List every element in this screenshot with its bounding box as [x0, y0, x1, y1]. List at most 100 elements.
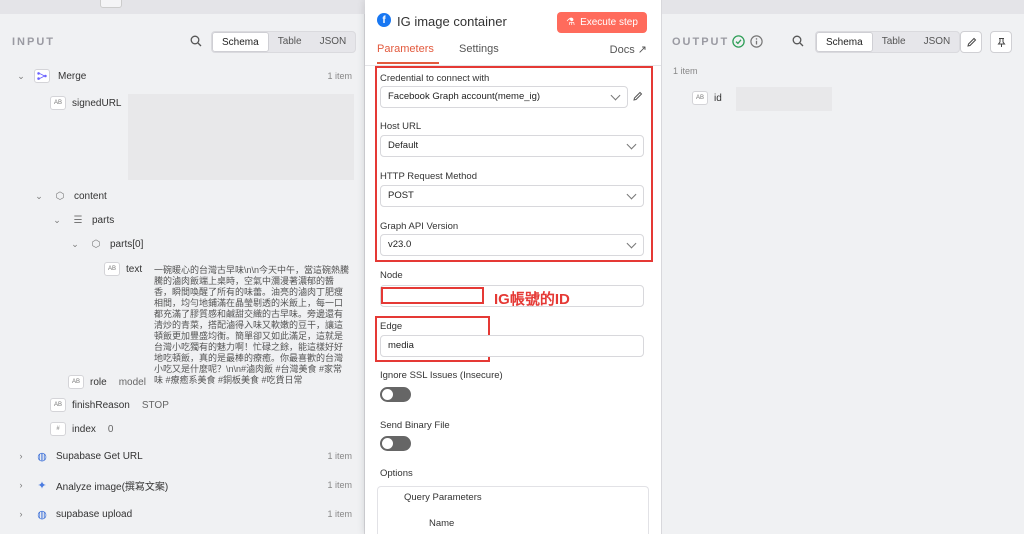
object-type-icon: ⬡: [91, 238, 101, 250]
input-title: INPUT: [12, 36, 55, 48]
merge-node-row[interactable]: ⌄ Merge: [16, 67, 86, 85]
method-label: HTTP Request Method: [380, 171, 477, 182]
finishreason-label: finishReason: [72, 399, 130, 411]
globe-icon: ◍: [37, 508, 47, 521]
info-icon[interactable]: [750, 35, 763, 48]
host-url-select[interactable]: Default: [380, 135, 644, 157]
top-strip: [662, 0, 1024, 14]
chevron-down-icon[interactable]: ⌄: [16, 71, 26, 82]
schema-tab[interactable]: Schema: [212, 32, 269, 52]
merge-label: Merge: [58, 70, 87, 82]
node-field-label: Node: [380, 270, 403, 281]
host-url-label: Host URL: [380, 121, 422, 132]
output-id-label: id: [714, 92, 722, 104]
role-row: AB role model: [68, 373, 146, 391]
merge-count: 1 item: [327, 71, 352, 81]
edge-value: media: [388, 340, 414, 351]
node-parameters-modal: f IG image container ⚗ Execute step Para…: [365, 0, 661, 534]
signedurl-label: signedURL: [72, 97, 122, 109]
edge-input[interactable]: media: [380, 335, 644, 357]
name-label: Name: [429, 518, 455, 529]
json-tab[interactable]: JSON: [311, 32, 356, 52]
version-select[interactable]: v23.0: [380, 234, 644, 256]
blurred-id-value: [736, 87, 832, 111]
edit-output-button[interactable]: [960, 31, 982, 53]
index-label: index: [72, 423, 96, 435]
parts-row[interactable]: ⌄ ☰ parts: [52, 211, 114, 229]
array-type-icon: ☰: [73, 214, 83, 226]
docs-label: Docs: [609, 44, 635, 56]
edge-label: Edge: [380, 321, 403, 332]
chevron-down-icon: [610, 90, 621, 101]
analyze-image-row[interactable]: › ✦ Analyze image(撰寫文案): [16, 476, 169, 494]
method-value: POST: [388, 190, 414, 201]
text-value: 一碗暖心的台灣古早味\n\n今天中午，當這碗熱騰騰的滷肉飯端上桌時，空氣中瀰漫著…: [154, 265, 350, 385]
binary-toggle[interactable]: [380, 436, 411, 451]
signedurl-row: AB signedURL: [50, 94, 121, 112]
merge-icon: [34, 69, 50, 83]
table-tab[interactable]: Table: [873, 32, 915, 52]
ssl-toggle[interactable]: [380, 387, 411, 402]
text-row: AB text: [104, 260, 142, 278]
json-tab[interactable]: JSON: [915, 32, 960, 52]
parts0-label: parts[0]: [110, 238, 144, 250]
tab-parameters[interactable]: Parameters: [377, 43, 434, 55]
highlight-box-node: [381, 287, 484, 304]
finishreason-row: AB finishReason STOP: [50, 396, 169, 414]
object-type-icon: ⬡: [55, 190, 65, 202]
string-type-icon: AB: [50, 96, 66, 110]
table-tab[interactable]: Table: [269, 32, 311, 52]
text-label: text: [126, 263, 143, 275]
annotation-ig-id: IG帳號的ID: [494, 291, 570, 308]
docs-link[interactable]: Docs ↗: [610, 43, 647, 56]
chevron-down-icon[interactable]: ⌄: [52, 215, 62, 226]
blurred-url-value: [128, 94, 354, 180]
supabase-upload-count: 1 item: [327, 509, 352, 519]
credential-select[interactable]: Facebook Graph account(meme_ig): [380, 86, 628, 108]
index-row: # index 0: [50, 420, 113, 438]
chevron-down-icon[interactable]: ⌄: [34, 191, 44, 202]
output-count: 1 item: [673, 66, 698, 76]
chevron-right-icon[interactable]: ›: [16, 480, 26, 490]
version-value: v23.0: [388, 239, 412, 250]
string-type-icon: AB: [50, 398, 66, 412]
binary-label: Send Binary File: [380, 420, 450, 431]
input-view-toggle: Schema Table JSON: [211, 31, 357, 53]
success-check-icon: [732, 35, 745, 48]
sparkle-icon: ✦: [37, 479, 47, 492]
options-label: Options: [380, 468, 413, 479]
index-value: 0: [107, 423, 114, 435]
chevron-right-icon[interactable]: ›: [16, 451, 26, 461]
content-row[interactable]: ⌄ ⬡ content: [34, 187, 107, 205]
facebook-icon: f: [377, 13, 391, 27]
string-type-icon: AB: [692, 91, 708, 105]
schema-tab[interactable]: Schema: [816, 32, 873, 52]
chevron-down-icon: [626, 139, 637, 150]
top-box[interactable]: [100, 0, 122, 8]
search-icon[interactable]: [792, 35, 804, 47]
parts-label: parts: [92, 214, 115, 226]
pin-icon: [997, 37, 1005, 47]
globe-icon: ◍: [37, 450, 47, 463]
credential-label: Credential to connect with: [380, 73, 490, 84]
chevron-right-icon[interactable]: ›: [16, 509, 26, 519]
parts0-row[interactable]: ⌄ ⬡ parts[0]: [70, 235, 143, 253]
supabase-get-url-count: 1 item: [327, 451, 352, 461]
pin-output-button[interactable]: [990, 31, 1012, 53]
execute-step-button[interactable]: ⚗ Execute step: [557, 12, 647, 33]
supabase-upload-label: supabase upload: [56, 508, 133, 520]
supabase-get-url-label: Supabase Get URL: [56, 450, 143, 462]
pencil-icon[interactable]: [632, 91, 643, 102]
content-label: content: [74, 190, 107, 202]
supabase-upload-row[interactable]: › ◍ supabase upload: [16, 505, 133, 523]
search-icon[interactable]: [190, 35, 202, 47]
pencil-icon: [966, 37, 976, 47]
input-panel: INPUT Schema Table JSON ⌄ Merge 1 item A…: [0, 0, 365, 534]
credential-value: Facebook Graph account(meme_ig): [388, 91, 541, 102]
query-parameters-label: Query Parameters: [404, 492, 482, 503]
supabase-get-url-row[interactable]: › ◍ Supabase Get URL: [16, 447, 143, 465]
tab-settings[interactable]: Settings: [459, 43, 499, 55]
chevron-down-icon[interactable]: ⌄: [70, 239, 80, 250]
string-type-icon: AB: [104, 262, 120, 276]
method-select[interactable]: POST: [380, 185, 644, 207]
